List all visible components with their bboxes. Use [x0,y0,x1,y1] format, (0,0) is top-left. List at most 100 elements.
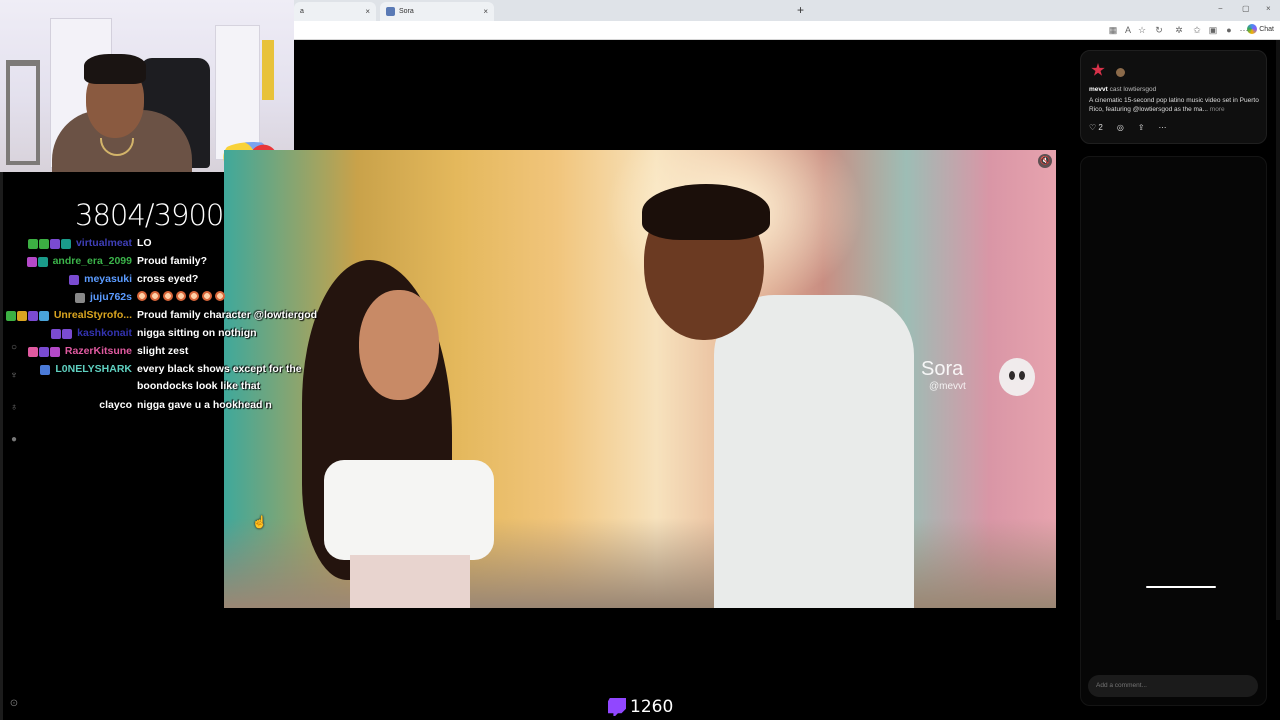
sora-video-player[interactable]: 🔇 Sora @mevvt [224,150,1056,608]
emote-icon [189,291,199,301]
bell-icon[interactable]: ♁ [8,402,20,414]
collections-icon[interactable]: ▣ [1208,25,1218,35]
settings-icon[interactable]: ⊙ [8,698,20,710]
chat-message-text [137,291,228,303]
chat-username[interactable]: meyasuki [84,273,132,285]
chat-username[interactable]: juju762s [90,291,132,303]
new-tab-button[interactable]: + [797,3,804,17]
chat-message-text: Proud family? [137,255,208,267]
emote-icon [202,291,212,301]
chat-badges [51,329,73,339]
browser-tab-bar: a × Sora × + − ▢ × [294,0,1280,21]
chat-username[interactable]: andre_era_2099 [53,255,132,267]
chat-username[interactable]: UnrealStyrofo... [54,309,132,321]
profile-icon[interactable]: ● [1224,25,1234,35]
watermark-title: Sora [921,358,964,380]
sora-favicon-icon [386,7,395,16]
chat-badges [5,311,49,321]
chat-username[interactable]: kashkonait [77,327,132,339]
drag-handle[interactable] [1146,586,1216,588]
heart-icon: ♡ [1089,123,1097,132]
chat-badge-icon [49,347,60,357]
cast-user[interactable]: lowtiersgod [1123,86,1156,93]
browser-tab[interactable]: a × [294,2,376,21]
chat-badge-icon [27,239,38,249]
chat-username[interactable]: clayco [99,399,132,411]
favorites-icon[interactable]: ✩ [1192,25,1202,35]
browser-tab-sora[interactable]: Sora × [380,2,494,21]
globe-icon[interactable]: ● [8,434,20,446]
chat-badge-icon [40,365,51,375]
chat-username[interactable]: virtualmeat [76,237,132,249]
favorite-star-icon[interactable]: ☆ [1137,25,1147,35]
read-aloud-icon[interactable]: A [1123,25,1133,35]
close-window-icon[interactable]: × [1266,4,1271,13]
chat-username[interactable]: RazerKitsune [65,345,132,357]
chat-message: andre_era_2099 Proud family? [0,255,207,273]
comment-input[interactable] [1088,675,1258,697]
address-bar[interactable]: ▦ A ☆ ↻ ✲ ✩ ▣ ● ⋯ Chat [294,21,1280,40]
chat-message-text: nigga sitting on nothign [137,327,257,339]
logo-eye [1009,371,1015,380]
chat-label: Chat [1259,25,1274,33]
extension-icon[interactable]: ✲ [1174,25,1184,35]
chat-username[interactable]: L0NELYSHARK [55,363,132,375]
trophy-icon[interactable]: ♆ [8,370,20,382]
sora-post-card: mevvt cast lowtiersgod A cinematic 15-se… [1080,50,1267,144]
door [215,25,260,160]
minimize-icon[interactable]: − [1218,4,1223,13]
author-avatar-icon[interactable] [1091,63,1105,76]
author-name[interactable]: mevvt [1089,86,1108,93]
description-text: A cinematic 15-second pop latino music v… [1089,97,1259,113]
tab-close-icon[interactable]: × [483,7,488,16]
chat-message-text: LO [137,237,152,249]
refresh-icon[interactable]: ↻ [1154,25,1164,35]
viewer-count-number: 1260 [630,697,674,717]
chat-badge-icon [62,329,73,339]
stream-screen: a × Sora × + − ▢ × ▦ A ☆ ↻ ✲ ✩ ▣ ● ⋯ Cha… [0,0,1280,720]
chat-badges [74,293,85,303]
remix-icon[interactable]: ◎ [1117,123,1124,132]
goal-counter: 3804/3900 [75,198,224,232]
chat-badges [27,239,71,249]
copilot-chat-button[interactable]: Chat [1247,24,1274,34]
chat-badge-icon [37,257,48,267]
emote-icon [163,291,173,301]
watermark-handle: @mevvt [929,381,966,392]
streamer-hair [84,54,146,84]
like-button[interactable]: ♡ 2 [1089,123,1103,132]
chat-badge-icon [27,347,38,357]
maximize-icon[interactable]: ▢ [1242,4,1250,13]
scrollbar[interactable] [1276,40,1280,620]
woman-skirt [350,555,470,608]
more-link[interactable]: more [1210,106,1225,113]
share-icon[interactable]: ⇪ [1138,123,1145,132]
post-actions: ♡ 2 ◎ ⇪ ⋯ [1089,123,1167,132]
emote-icon [150,291,160,301]
chat-badges [26,257,48,267]
tab-close-icon[interactable]: × [365,7,370,16]
chat-badge-icon [74,293,85,303]
chat-badges [27,347,60,357]
chat-badge-icon [49,239,60,249]
chat-badge-icon [38,239,49,249]
man-hair [642,184,770,240]
grid-icon[interactable]: ▦ [1108,25,1118,35]
chat-message-text: boondocks look like that [137,380,261,392]
tab-title: a [300,8,304,15]
chat-badge-icon [5,311,16,321]
chat-message: virtualmeat LO [0,237,152,255]
more-icon[interactable]: ⋯ [1159,123,1167,132]
chat-message-text: Proud family character @lowtiergod [137,309,318,321]
mouse-cursor-icon: ☝ [252,515,267,529]
webcam-overlay [0,0,294,172]
chat-message: UnrealStyrofo... Proud family character @… [0,309,317,327]
circle-icon[interactable]: ○ [8,342,20,354]
chat-message: meyasuki cross eyed? [0,273,198,291]
cast-avatar-icon[interactable] [1116,68,1125,77]
shelf [6,60,40,165]
speaker-muted-icon[interactable]: 🔇 [1038,154,1052,168]
chat-message: juju762s [0,291,225,309]
chat-message-text: nigga gave u a hookhead n [137,399,272,411]
logo-eye [1019,371,1025,380]
